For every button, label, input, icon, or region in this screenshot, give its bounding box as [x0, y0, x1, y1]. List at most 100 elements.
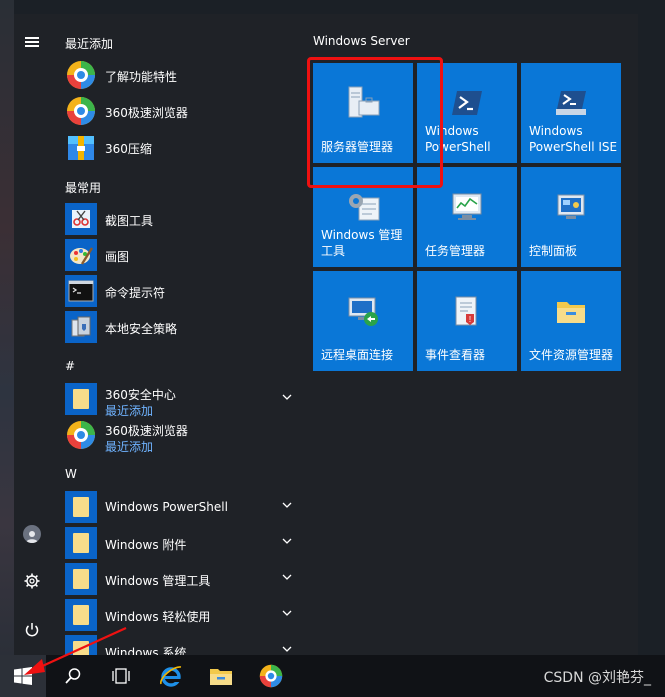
app-item-360-security-folder[interactable]: 360安全中心 最近添加 — [65, 383, 295, 418]
folder-icon — [65, 635, 97, 655]
tile-label: Windows — [529, 124, 583, 138]
chevron-down-icon[interactable] — [281, 499, 293, 511]
app-item-features[interactable]: 了解功能特性 — [65, 59, 295, 93]
internet-explorer-icon — [160, 666, 182, 687]
svg-text:!: ! — [469, 315, 471, 324]
app-item-windows-powershell-folder[interactable]: Windows PowerShell — [65, 491, 295, 525]
folder-icon — [65, 383, 97, 415]
paint-icon — [65, 239, 97, 271]
app-label: 360极速浏览器 — [105, 424, 188, 438]
app-label: 本地安全策略 — [105, 322, 178, 336]
app-label: 360安全中心 — [105, 388, 176, 402]
recently-added-badge: 最近添加 — [105, 404, 154, 418]
app-label: 了解功能特性 — [105, 70, 178, 84]
zip-360-icon — [65, 131, 97, 163]
windows-logo-icon — [14, 667, 32, 685]
taskbar-file-explorer-button[interactable] — [198, 655, 244, 697]
browser-360-icon — [65, 419, 97, 451]
task-view-icon — [112, 668, 130, 684]
chevron-down-icon[interactable] — [281, 391, 293, 403]
highlight-box-server-manager — [307, 57, 443, 188]
expand-menu-button[interactable] — [14, 24, 50, 60]
app-item-360-zip[interactable]: 360压缩 — [65, 131, 295, 165]
tile-label: 任务管理器 — [425, 244, 486, 258]
power-icon — [25, 623, 39, 637]
tile-event-viewer[interactable]: ! 事件查看器 — [417, 271, 517, 371]
watermark-text: CSDN @刘艳芬_ — [543, 670, 651, 686]
chevron-down-icon[interactable] — [281, 535, 293, 547]
tile-file-explorer[interactable]: 文件资源管理器 — [521, 271, 621, 371]
app-item-paint[interactable]: 画图 — [65, 239, 295, 273]
tile-control-panel[interactable]: 控制面板 — [521, 167, 621, 267]
start-button[interactable] — [0, 655, 46, 697]
file-explorer-icon — [557, 302, 585, 323]
tile-label: 文件资源管理器 — [529, 348, 614, 362]
app-label: 截图工具 — [105, 214, 154, 228]
power-button[interactable] — [14, 612, 50, 648]
app-label: Windows 附件 — [105, 538, 187, 552]
section-header-frequent[interactable]: 最常用 — [65, 179, 101, 196]
app-item-360-browser[interactable]: 360极速浏览器 — [65, 95, 295, 129]
app-item-windows-ease-of-access-folder[interactable]: Windows 轻松使用 — [65, 599, 295, 633]
taskbar-360-browser-button[interactable] — [248, 655, 294, 697]
tile-label: 远程桌面连接 — [321, 348, 394, 362]
file-explorer-icon — [210, 669, 232, 685]
security-policy-icon — [65, 311, 97, 343]
recently-added-badge: 最近添加 — [105, 440, 154, 454]
tile-label: 控制面板 — [529, 244, 578, 258]
section-header-w[interactable]: W — [65, 467, 77, 481]
taskbar-search-button[interactable] — [50, 655, 96, 697]
tile-label: 事件查看器 — [425, 348, 486, 362]
powershell-ise-icon — [556, 91, 586, 115]
settings-button[interactable] — [14, 563, 50, 599]
taskbar: CSDN @刘艳芬_ — [0, 655, 665, 697]
task-manager-icon — [452, 193, 482, 220]
remote-desktop-icon — [348, 297, 378, 326]
tile-group-label[interactable]: Windows Server — [313, 34, 410, 48]
app-item-security-policy[interactable]: 本地安全策略 — [65, 311, 295, 345]
app-list: 最近添加 了解功能特性 360极速浏览器 360压缩 最常用 截图工具 画图 命… — [65, 14, 305, 655]
app-label: 画图 — [105, 250, 130, 264]
app-label: 命令提示符 — [105, 286, 166, 300]
user-account-button[interactable] — [14, 516, 50, 552]
app-item-cmd[interactable]: 命令提示符 — [65, 275, 295, 309]
app-item-windows-admin-tools-folder[interactable]: Windows 管理工具 — [65, 563, 295, 597]
app-item-windows-system-folder[interactable]: Windows 系统 — [65, 635, 295, 655]
app-item-snipping-tool[interactable]: 截图工具 — [65, 203, 295, 237]
chevron-down-icon[interactable] — [281, 571, 293, 583]
folder-icon — [65, 527, 97, 559]
chevron-down-icon[interactable] — [281, 643, 293, 655]
search-icon — [65, 668, 81, 684]
tile-label: Windows 管理 — [321, 228, 403, 242]
chevron-down-icon[interactable] — [281, 607, 293, 619]
browser-360-icon — [65, 95, 97, 127]
start-menu: 最近添加 了解功能特性 360极速浏览器 360压缩 最常用 截图工具 画图 命… — [14, 14, 638, 655]
hamburger-icon — [25, 35, 39, 50]
desktop-background — [0, 0, 14, 655]
feature-icon — [65, 59, 97, 91]
app-label: Windows PowerShell — [105, 500, 228, 514]
folder-icon — [65, 599, 97, 631]
app-label: 360极速浏览器 — [105, 106, 188, 120]
user-avatar-icon — [23, 525, 41, 543]
snipping-tool-icon — [65, 203, 97, 235]
taskbar-ie-button[interactable] — [148, 655, 194, 697]
tile-label: PowerShell ISE — [529, 140, 618, 154]
section-header-hash[interactable]: # — [65, 359, 75, 373]
task-view-button[interactable] — [98, 655, 144, 697]
folder-icon — [65, 563, 97, 595]
browser-360-icon — [259, 664, 283, 688]
control-panel-icon — [557, 194, 585, 219]
cmd-icon — [65, 275, 97, 307]
admin-tools-icon — [349, 194, 380, 221]
start-rail — [14, 14, 50, 655]
tile-windows-powershell-ise[interactable]: Windows PowerShell ISE — [521, 63, 621, 163]
folder-icon — [65, 491, 97, 523]
tile-remote-desktop[interactable]: 远程桌面连接 — [313, 271, 413, 371]
app-label: Windows 轻松使用 — [105, 610, 211, 624]
app-item-windows-accessories-folder[interactable]: Windows 附件 — [65, 527, 295, 561]
section-header-recent[interactable]: 最近添加 — [65, 35, 113, 52]
app-label: Windows 系统 — [105, 646, 187, 655]
app-item-360-browser-2[interactable]: 360极速浏览器 最近添加 — [65, 419, 295, 454]
app-label: Windows 管理工具 — [105, 574, 211, 588]
